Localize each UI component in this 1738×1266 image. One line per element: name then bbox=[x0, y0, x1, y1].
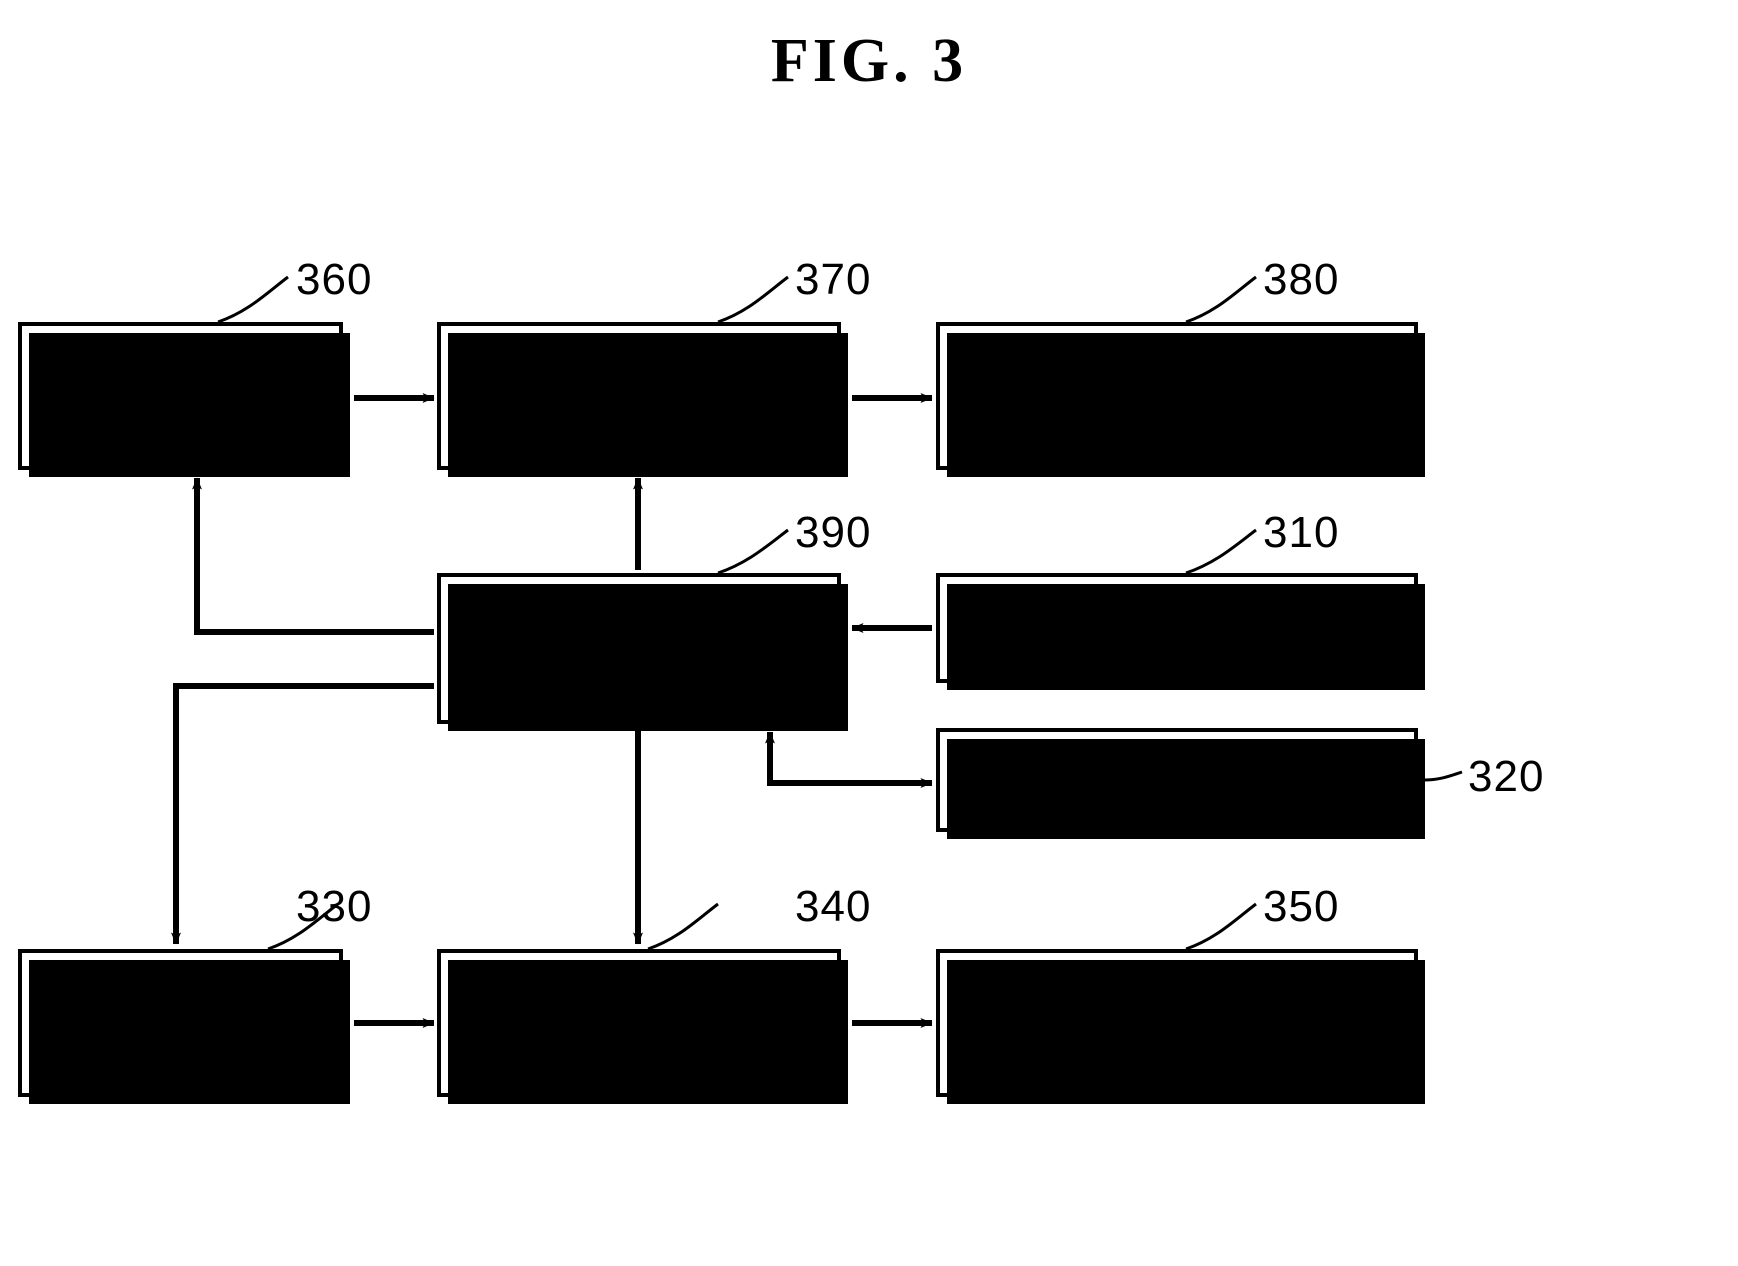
reference-numeral-360: 360 bbox=[296, 255, 373, 304]
block-sound-engine-unit[interactable]: SOUND ENGINE UNIT bbox=[18, 949, 350, 1104]
block-label: STORAGE UNIT bbox=[1024, 757, 1330, 802]
leader-line-370 bbox=[717, 275, 789, 324]
leader-line-360 bbox=[217, 275, 289, 324]
block-volume-control-unit[interactable]: VOLUME CONTROL UNIT bbox=[437, 949, 848, 1104]
arrow-control-to-graphics-engine bbox=[192, 477, 434, 635]
leader-line-350 bbox=[1185, 902, 1257, 951]
arrow-storage-to-control bbox=[765, 731, 852, 786]
block-label: VOLUME CONTROL UNIT bbox=[486, 976, 792, 1068]
reference-numeral-340: 340 bbox=[795, 882, 872, 931]
figure-page: FIG. 3 GRAPHICS ENGINE UNIT GRAPHICS POS… bbox=[0, 0, 1738, 1266]
block-display-unit[interactable]: DISPLAY UNIT bbox=[936, 322, 1425, 477]
block-graphics-engine-unit[interactable]: GRAPHICS ENGINE UNIT bbox=[18, 322, 350, 477]
leader-line-380 bbox=[1185, 275, 1257, 324]
block-label: AUDIO OUTPUT UNIT bbox=[969, 1000, 1385, 1045]
block-graphics-post-processing-unit[interactable]: GRAPHICS POST- PROCESSING UNIT bbox=[437, 322, 848, 477]
block-label: DISPLAY UNIT bbox=[1039, 373, 1315, 418]
block-label: SOUND ENGINE UNIT bbox=[48, 976, 313, 1068]
reference-numeral-390: 390 bbox=[795, 508, 872, 557]
reference-numeral-320: 320 bbox=[1468, 752, 1545, 801]
reference-numeral-380: 380 bbox=[1263, 255, 1340, 304]
reference-numeral-310: 310 bbox=[1263, 508, 1340, 557]
reference-numeral-330: 330 bbox=[296, 882, 373, 931]
block-user-input-unit[interactable]: USER INPUT UNIT bbox=[936, 573, 1425, 690]
leader-line-320 bbox=[1423, 770, 1463, 782]
block-label: CONTROL UNIT bbox=[486, 625, 792, 670]
block-storage-unit[interactable]: STORAGE UNIT bbox=[936, 728, 1425, 839]
leader-line-310 bbox=[1185, 528, 1257, 575]
leader-line-390 bbox=[717, 528, 789, 575]
block-label: GRAPHICS POST- PROCESSING UNIT bbox=[449, 349, 829, 441]
block-control-unit[interactable]: CONTROL UNIT bbox=[437, 573, 848, 731]
leader-line-340 bbox=[647, 902, 719, 951]
block-audio-output-unit[interactable]: AUDIO OUTPUT UNIT bbox=[936, 949, 1425, 1104]
block-label: GRAPHICS ENGINE UNIT bbox=[48, 349, 313, 441]
reference-numeral-350: 350 bbox=[1263, 882, 1340, 931]
block-label: USER INPUT UNIT bbox=[1000, 605, 1354, 650]
reference-numeral-370: 370 bbox=[795, 255, 872, 304]
